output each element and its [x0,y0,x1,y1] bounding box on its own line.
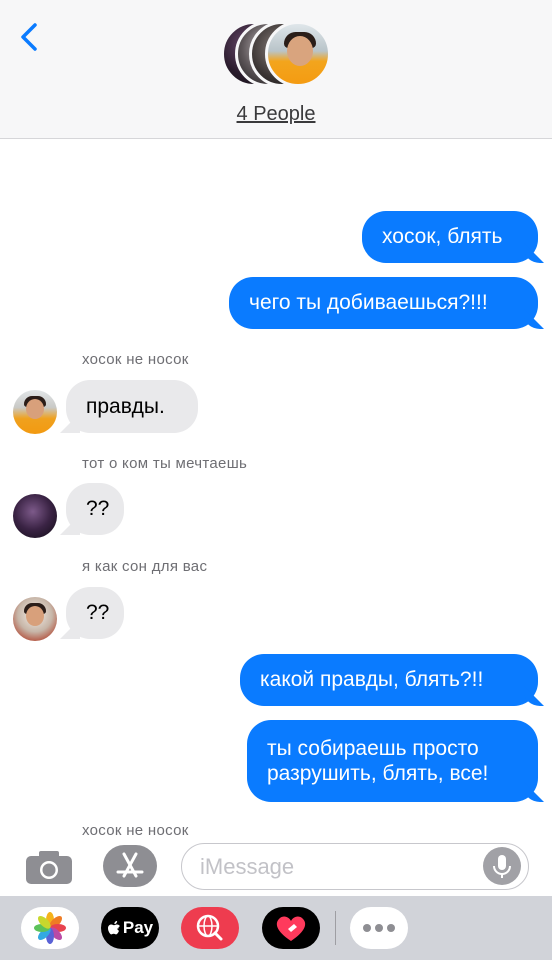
avatar [265,21,331,87]
dictation-button[interactable] [483,847,521,885]
more-apps-button[interactable] [350,907,408,949]
apple-pay-button[interactable]: Pay [101,907,159,949]
app-store-button[interactable] [103,845,157,887]
sender-name: хосок не носок [82,351,189,368]
message-text: чего ты добиваешься?!!! [249,291,488,315]
chevron-left-icon[interactable] [18,22,42,52]
globe-search-icon [196,914,223,941]
apple-pay-label: Pay [122,918,154,937]
outgoing-message[interactable]: чего ты добиваешься?!!! [229,277,538,329]
message-input-field[interactable] [181,843,529,890]
outgoing-message[interactable]: хосок, блять [362,211,538,263]
incoming-message[interactable]: ?? [66,587,124,639]
incoming-message[interactable]: ?? [66,483,124,535]
message-text: ?? [86,601,110,625]
drawer-divider [335,911,336,945]
message-input[interactable] [200,852,480,882]
ellipsis-icon [363,924,395,932]
apple-logo-icon [107,920,120,934]
avatar[interactable] [13,390,57,434]
incoming-message[interactable]: правды. [66,380,198,433]
message-text: ?? [86,497,110,521]
photos-icon [34,912,66,944]
app-store-icon [116,852,144,878]
sender-name: хосок не носок [82,822,189,839]
heart-icon [276,916,306,941]
digital-touch-app-button[interactable] [262,907,320,949]
sender-name: тот о ком ты мечтаешь [82,455,248,472]
microphone-icon [493,855,511,878]
sender-name: я как сон для вас [82,558,208,575]
message-text: правды. [86,394,165,418]
conversation-header: 4 People [0,0,552,139]
message-text: хосок, блять [382,225,503,249]
group-avatars[interactable] [221,21,333,89]
message-text: какой правды, блять?!! [260,668,484,692]
image-search-app-button[interactable] [181,907,239,949]
photos-app-button[interactable] [21,907,79,949]
camera-icon[interactable] [24,848,74,886]
group-name[interactable]: 4 People [0,103,552,126]
avatar[interactable] [13,494,57,538]
outgoing-message[interactable]: какой правды, блять?!! [240,654,538,706]
message-text-line: ты собираешь просто [267,736,479,760]
avatar[interactable] [13,597,57,641]
outgoing-message[interactable]: ты собираешь просто разрушить, блять, вс… [247,720,538,802]
message-text-line: разрушить, блять, все! [267,762,489,785]
